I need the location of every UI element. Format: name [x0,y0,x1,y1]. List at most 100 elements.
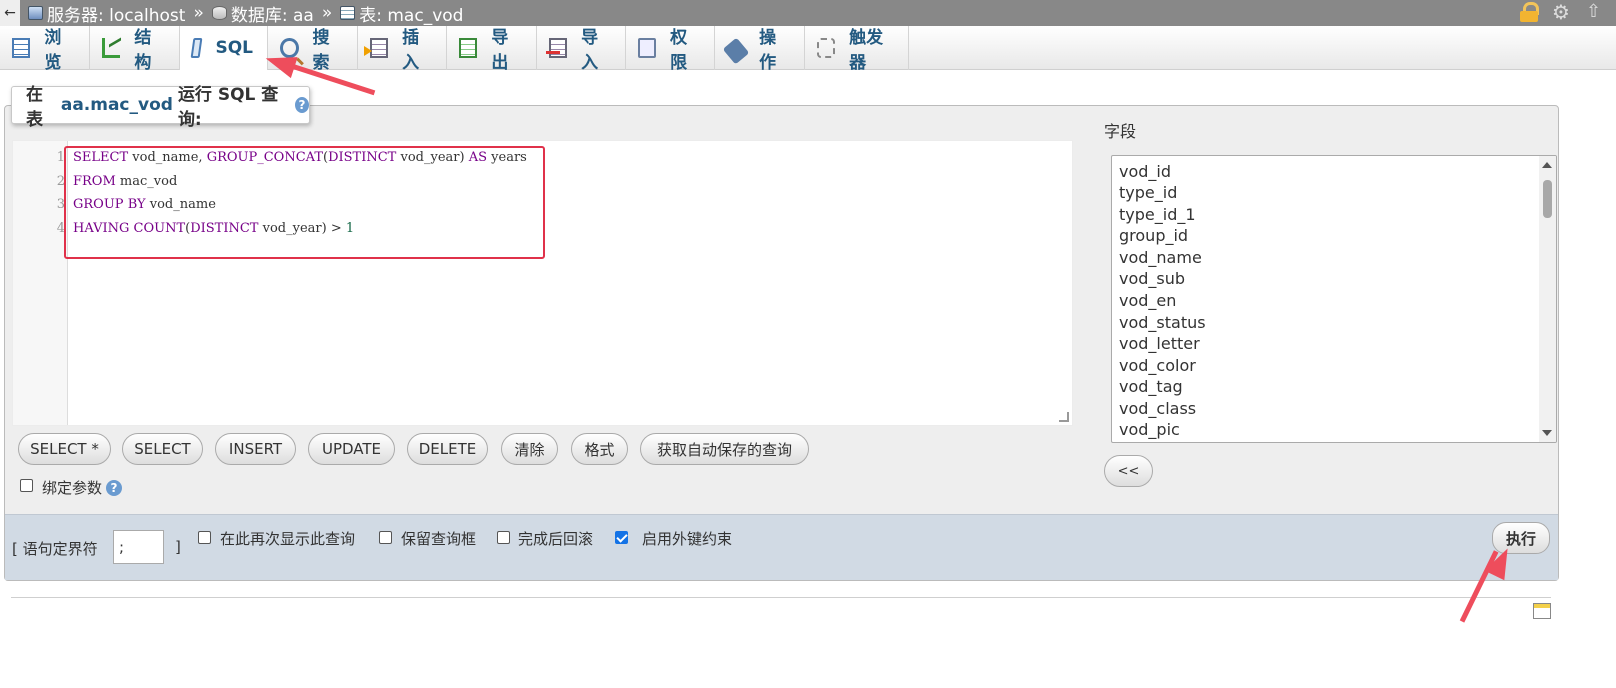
foreign-key-checks-checkbox[interactable] [615,531,628,544]
import-icon [545,38,568,58]
tab-bar: 浏览 结构 SQL 搜索 插入 导出 导入 权限 操作 触发器 [0,26,1616,73]
tab-label: 结构 [134,28,152,73]
delimiter-label-open: [ 语句定界符 [12,540,98,558]
tab-label: 导入 [581,28,599,73]
console-icon[interactable] [1533,603,1551,619]
field-option[interactable]: vod_letter [1119,334,1200,353]
tab-triggers[interactable]: 触发器 [805,26,909,73]
line-number-gutter: 1 2 3 4 [13,141,68,425]
field-option[interactable]: group_id [1119,226,1188,245]
help-icon[interactable]: ? [106,480,122,496]
insert-button[interactable]: INSERT [215,433,296,465]
fields-listbox[interactable]: vod_id type_id type_id_1 group_id vod_na… [1111,155,1557,443]
insert-icon [363,38,389,58]
structure-icon [102,38,121,58]
field-option[interactable]: type_id [1119,183,1177,202]
tab-insert[interactable]: 插入 [358,26,447,73]
foreign-key-checks-label: 启用外键约束 [642,530,733,548]
breadcrumb: 服务器: localhost » 数据库: aa » 表: mac_vod [28,1,463,26]
field-option[interactable]: vod_color [1119,356,1196,375]
line-number: 3 [56,197,65,212]
clear-button[interactable]: 清除 [501,433,558,465]
scrollbar-thumb[interactable] [1543,180,1552,218]
tab-label: 插入 [402,28,420,73]
table-icon [340,6,356,20]
tab-label: 触发器 [849,28,884,73]
operations-icon [722,37,750,65]
update-button[interactable]: UPDATE [308,433,395,465]
tab-label: 搜索 [312,28,330,73]
bind-parameters-label: 绑定参数 [42,479,103,497]
tab-label: 操作 [759,28,777,73]
divider [11,597,1551,598]
help-icon[interactable]: ? [294,97,309,113]
server-icon [28,6,43,20]
breadcrumb-separator: » [321,3,333,23]
field-option[interactable]: vod_sub [1119,269,1185,288]
breadcrumb-table[interactable]: 表: mac_vod [359,1,463,26]
select-button[interactable]: SELECT [122,433,203,465]
query-box-title: 在表 aa.mac_vod 运行 SQL 查询: ? [11,85,310,130]
field-option[interactable]: vod_id [1119,162,1171,181]
scroll-down-icon[interactable] [1542,430,1552,436]
triggers-icon [817,38,836,58]
field-option[interactable]: vod_class [1119,399,1196,418]
fields-label: 字段 [1104,122,1137,141]
insert-field-button[interactable]: << [1104,455,1153,487]
lock-icon[interactable] [1520,2,1539,22]
query-box-table: aa.mac_vod [60,95,173,115]
field-option[interactable]: type_id_1 [1119,205,1196,224]
tab-label: 导出 [491,28,509,73]
gear-icon[interactable]: ⚙ [1552,2,1572,22]
format-button[interactable]: 格式 [571,433,628,465]
browse-icon [12,38,31,58]
topbar-actions: ⚙ ⇧ [1520,2,1606,22]
show-query-again-checkbox[interactable] [198,531,211,544]
show-query-again-label: 在此再次显示此查询 [220,530,356,548]
field-option[interactable]: vod_en [1119,291,1176,310]
tab-operations[interactable]: 操作 [715,26,805,73]
line-number: 1 [56,150,65,165]
scrollbar[interactable] [1539,156,1556,442]
query-box-prefix: 在表 [26,85,43,130]
export-icon [459,38,478,58]
delimiter-label-close: ] [175,538,181,556]
breadcrumb-database[interactable]: 数据库: aa [231,1,314,26]
bind-parameters-checkbox[interactable] [20,479,33,492]
select-star-button[interactable]: SELECT * [18,433,111,465]
line-number: 4 [56,221,65,236]
tab-structure[interactable]: 结构 [90,26,180,73]
collapse-icon[interactable]: ⇧ [1586,2,1606,22]
resize-handle-icon[interactable] [1059,412,1069,422]
delete-button[interactable]: DELETE [407,433,488,465]
field-option[interactable]: vod_status [1119,313,1206,332]
retain-query-box-checkbox[interactable] [379,531,392,544]
delimiter-input[interactable]: ; [113,530,164,564]
tab-label: SQL [215,38,253,58]
back-arrow-icon[interactable]: ← [0,0,20,26]
field-option[interactable]: vod_name [1119,248,1202,267]
breadcrumb-bar: ← 服务器: localhost » 数据库: aa » 表: mac_vod … [0,0,1616,26]
database-icon [211,6,227,20]
retain-query-box-label: 保留查询框 [401,530,477,548]
field-option[interactable]: vod_tag [1119,377,1183,396]
scroll-up-icon[interactable] [1542,162,1552,168]
tab-label: 浏览 [44,28,62,73]
privileges-icon [638,38,657,58]
breadcrumb-separator: » [193,3,204,23]
tab-browse[interactable]: 浏览 [0,26,90,73]
tab-label: 权限 [670,28,688,73]
get-autosaved-query-button[interactable]: 获取自动保存的查询 [640,433,809,465]
annotation-highlight-box [64,146,545,259]
line-number: 2 [56,174,65,189]
tab-export[interactable]: 导出 [447,26,537,73]
tab-privileges[interactable]: 权限 [626,26,715,73]
sql-icon [190,38,203,58]
rollback-when-finished-checkbox[interactable] [497,531,510,544]
tab-sql[interactable]: SQL [180,26,268,70]
breadcrumb-server[interactable]: 服务器: localhost [47,1,185,26]
tab-import[interactable]: 导入 [537,26,626,73]
field-option[interactable]: vod_pic [1119,420,1180,439]
rollback-when-finished-label: 完成后回滚 [518,530,594,548]
query-box-suffix: 运行 SQL 查询: [177,85,279,130]
